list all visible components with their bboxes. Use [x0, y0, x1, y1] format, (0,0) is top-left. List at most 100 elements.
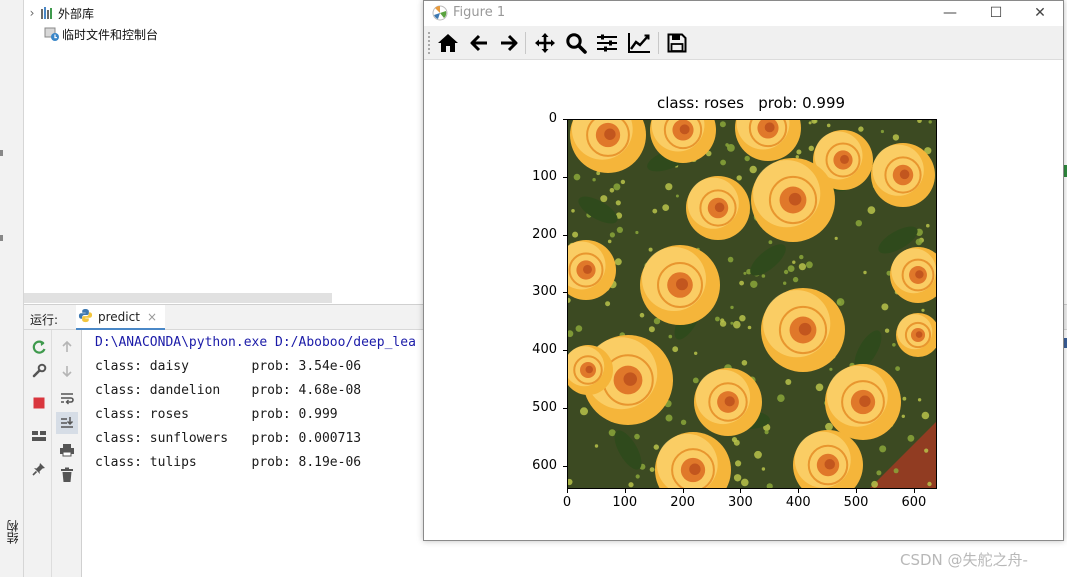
filler-flower	[730, 305, 734, 310]
back-icon[interactable]	[466, 31, 492, 55]
filler-flower	[825, 422, 833, 431]
strip-marker	[0, 150, 3, 156]
console-line: class: roses prob: 0.999	[95, 407, 338, 422]
filler-flower	[884, 328, 890, 333]
zoom-icon[interactable]	[563, 31, 589, 55]
home-icon[interactable]	[435, 31, 461, 55]
figure-canvas[interactable]: class: roses prob: 0.999 0 100 200 300 400 50…	[424, 61, 1063, 540]
pin-icon[interactable]	[28, 458, 50, 480]
minimize-button[interactable]: —	[927, 3, 973, 23]
console-line: class: dandelion prob: 4.68e-08	[95, 383, 362, 398]
x-tick-label: 500	[843, 495, 869, 510]
filler-flower	[783, 269, 789, 275]
soft-wrap-icon[interactable]	[56, 387, 78, 409]
scroll-to-end-icon[interactable]	[56, 412, 78, 434]
layout-icon[interactable]	[28, 425, 50, 447]
filler-flower	[607, 239, 612, 244]
tree-item-external-libraries[interactable]: › 外部库	[24, 2, 94, 24]
filler-flower	[665, 414, 673, 422]
filler-flower	[719, 121, 726, 128]
filler-flower	[796, 149, 802, 155]
edit-axes-icon[interactable]	[626, 31, 652, 55]
filler-flower	[613, 183, 621, 191]
filler-flower	[662, 204, 670, 211]
filler-flower	[744, 155, 750, 162]
filler-flower	[741, 360, 748, 366]
y-tick-mark	[563, 176, 567, 178]
filler-flower	[739, 280, 744, 286]
y-tick-label: 400	[532, 342, 557, 358]
y-tick-label: 0	[548, 111, 557, 126]
filler-flower	[620, 179, 626, 185]
pan-icon[interactable]	[532, 31, 558, 55]
filler-flower	[815, 383, 824, 392]
up-arrow-icon[interactable]	[56, 336, 78, 358]
filler-flower	[863, 270, 867, 275]
plot-title: class: roses prob: 0.999	[656, 94, 846, 112]
filler-flower	[575, 325, 583, 332]
x-tick-mark	[913, 489, 915, 493]
figure-window: Figure 1 — ☐ ✕ class: roses prob: 0.999 …	[423, 0, 1064, 541]
filler-flower	[921, 411, 930, 420]
filler-flower	[747, 325, 752, 330]
stop-icon[interactable]	[28, 392, 50, 414]
maximize-button[interactable]: ☐	[973, 3, 1019, 23]
toolbar-grip[interactable]	[428, 32, 431, 54]
x-tick-label: 100	[612, 495, 638, 510]
filler-flower	[725, 143, 729, 147]
toolbar-separator	[658, 32, 659, 54]
filler-flower	[921, 308, 925, 312]
save-icon[interactable]	[664, 31, 690, 55]
filler-flower	[799, 254, 804, 260]
window-title: Figure 1	[453, 5, 506, 20]
tree-item-scratches[interactable]: 临时文件和控制台	[44, 23, 158, 45]
subplots-icon[interactable]	[594, 31, 620, 55]
filler-flower	[720, 318, 725, 323]
library-icon	[40, 6, 56, 20]
filler-flower	[785, 379, 792, 385]
filler-flower	[733, 474, 742, 482]
wrench-icon[interactable]	[28, 360, 50, 382]
filler-flower	[680, 419, 687, 425]
close-icon[interactable]: ×	[147, 310, 157, 324]
y-tick-label: 600	[532, 457, 557, 473]
filler-flower	[892, 343, 896, 347]
watermark: CSDN @失舵之舟-	[900, 551, 1028, 569]
filler-flower	[614, 258, 622, 266]
filler-flower	[792, 276, 799, 283]
filler-flower	[616, 226, 623, 233]
filler-flower	[754, 450, 762, 459]
rerun-icon[interactable]	[28, 336, 50, 358]
tab-predict[interactable]: predict ×	[76, 305, 165, 331]
x-tick-label: 400	[785, 495, 811, 510]
filler-flower	[902, 396, 907, 401]
window-titlebar[interactable]: Figure 1 — ☐ ✕	[424, 1, 1063, 25]
y-tick-label: 100	[532, 168, 557, 184]
filler-flower	[668, 334, 673, 339]
y-tick-mark	[563, 119, 567, 120]
filler-flower	[649, 467, 655, 472]
horizontal-scrollbar[interactable]	[24, 293, 332, 303]
trash-icon[interactable]	[56, 464, 78, 486]
down-arrow-icon[interactable]	[56, 360, 78, 382]
scratches-icon	[44, 27, 60, 41]
structure-tool-tab[interactable]: 结构	[4, 520, 21, 544]
print-icon[interactable]	[56, 439, 78, 461]
console-line: class: sunflowers prob: 0.000713	[95, 431, 362, 446]
filler-flower	[639, 312, 645, 318]
filler-flower	[675, 194, 679, 198]
forward-icon[interactable]	[496, 31, 522, 55]
console-line-command: D:\ANACONDA\python.exe D:/Aboboo/deep_le…	[95, 335, 416, 350]
close-button[interactable]: ✕	[1017, 3, 1063, 23]
filler-flower	[572, 231, 579, 238]
y-tick-mark	[563, 350, 567, 352]
image-axes[interactable]	[567, 119, 937, 489]
x-tick-label: 600	[901, 495, 927, 510]
desktop: 结构 › 外部库 临时文件和控制台 运行: predict × D:\ANACO…	[0, 0, 1067, 577]
filler-flower	[628, 482, 634, 488]
filler-flower	[609, 232, 615, 238]
filler-flower	[798, 263, 806, 271]
chevron-right-icon[interactable]: ›	[24, 6, 40, 20]
console-line: class: daisy prob: 3.54e-06	[95, 359, 362, 374]
filler-flower	[609, 188, 615, 193]
